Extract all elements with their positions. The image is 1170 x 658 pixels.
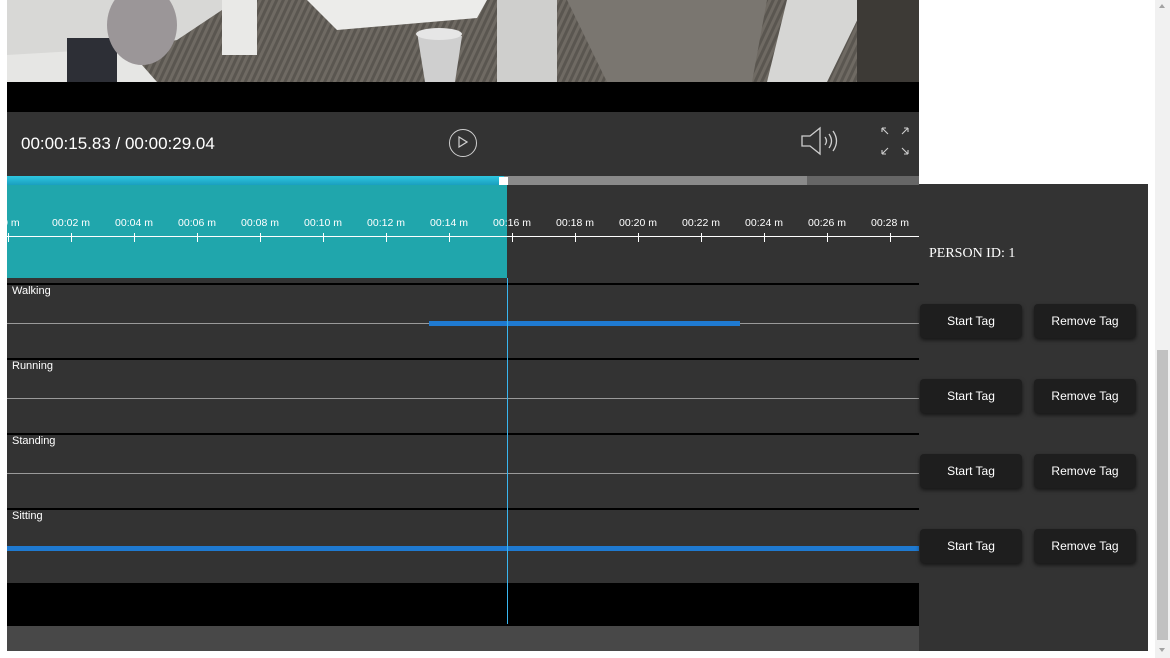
playhead[interactable]	[506, 278, 508, 624]
tag-segment[interactable]	[428, 321, 741, 326]
tick-label: 00:06 m	[178, 217, 216, 229]
track-walking[interactable]: Walking	[7, 283, 919, 358]
track-line	[7, 398, 919, 399]
track-sitting[interactable]: Sitting	[7, 508, 919, 583]
page-scrollbar[interactable]	[1155, 0, 1170, 658]
play-button[interactable]	[449, 129, 477, 157]
track-label: Running	[12, 360, 53, 372]
tick-label: 00:24 m	[745, 217, 783, 229]
start-tag-button-running[interactable]: Start Tag	[920, 379, 1022, 413]
start-tag-button-standing[interactable]: Start Tag	[920, 454, 1022, 488]
tick-mark	[512, 233, 513, 242]
remove-tag-button-standing[interactable]: Remove Tag	[1034, 454, 1136, 488]
player-controls: 00:00:15.83 / 00:00:29.04	[7, 112, 919, 176]
remove-tag-button-walking[interactable]: Remove Tag	[1034, 304, 1136, 338]
ruler-axis	[7, 236, 919, 237]
tick-mark	[323, 233, 324, 242]
start-tag-button-walking[interactable]: Start Tag	[920, 304, 1022, 338]
tick-mark	[575, 233, 576, 242]
tick-label: 00:10 m	[304, 217, 342, 229]
tick-label: 00:02 m	[52, 217, 90, 229]
tick-mark	[764, 233, 765, 242]
track-line	[7, 473, 919, 474]
track-standing[interactable]: Standing	[7, 433, 919, 508]
track-label: Walking	[12, 285, 51, 297]
tick-label: 00:08 m	[241, 217, 279, 229]
video-image	[7, 0, 919, 82]
tick-label: 00:28 m	[871, 217, 909, 229]
timeline-ruler[interactable]: 00 m 00:02 m 00:04 m 00:06 m 00:08 m 00:10 m 0…	[7, 185, 919, 278]
tick-label: 00:20 m	[619, 217, 657, 229]
video-letterbox	[7, 82, 919, 112]
tick-label: 00:18 m	[556, 217, 594, 229]
play-icon	[458, 136, 468, 148]
tick-mark	[134, 233, 135, 242]
tick-label: 00 m	[7, 217, 20, 229]
fullscreen-icon[interactable]	[880, 126, 910, 156]
tick-mark	[386, 233, 387, 242]
track-running[interactable]: Running	[7, 358, 919, 433]
seek-handle[interactable]	[499, 177, 509, 185]
tick-mark	[8, 233, 9, 242]
time-display: 00:00:15.83 / 00:00:29.04	[21, 134, 215, 153]
timeline[interactable]: 00 m 00:02 m 00:04 m 00:06 m 00:08 m 00:10 m 0…	[7, 185, 919, 626]
tick-mark	[890, 233, 891, 242]
tick-label: 00:04 m	[115, 217, 153, 229]
tag-panel: PERSON ID: 1 Start Tag Remove Tag Start Ta…	[919, 184, 1148, 651]
tag-segment[interactable]	[7, 546, 919, 551]
tick-label: 00:14 m	[430, 217, 468, 229]
tick-mark	[701, 233, 702, 242]
start-tag-button-sitting[interactable]: Start Tag	[920, 529, 1022, 563]
tick-mark	[449, 233, 450, 242]
elapsed-highlight	[7, 185, 507, 278]
tick-mark	[71, 233, 72, 242]
timeline-footer	[7, 583, 919, 626]
volume-icon[interactable]	[800, 125, 842, 157]
tick-label: 00:22 m	[682, 217, 720, 229]
tick-label: 00:12 m	[367, 217, 405, 229]
person-id-label: PERSON ID: 1	[929, 246, 1016, 261]
tick-label: 00:16 m	[493, 217, 531, 229]
video-frame[interactable]	[7, 0, 919, 82]
track-label: Standing	[12, 435, 56, 447]
scroll-down-icon[interactable]	[1159, 648, 1165, 652]
remove-tag-button-running[interactable]: Remove Tag	[1034, 379, 1136, 413]
played-bar	[7, 176, 505, 185]
tick-mark	[827, 233, 828, 242]
remove-tag-button-sitting[interactable]: Remove Tag	[1034, 529, 1136, 563]
tick-label: 00:26 m	[808, 217, 846, 229]
tick-mark	[260, 233, 261, 242]
scroll-up-icon[interactable]	[1159, 4, 1165, 8]
tick-mark	[197, 233, 198, 242]
timeline-bottom-strip	[7, 626, 919, 651]
track-label: Sitting	[12, 510, 43, 522]
tick-mark	[638, 233, 639, 242]
scroll-thumb[interactable]	[1157, 350, 1168, 640]
seek-bar[interactable]	[7, 176, 919, 185]
